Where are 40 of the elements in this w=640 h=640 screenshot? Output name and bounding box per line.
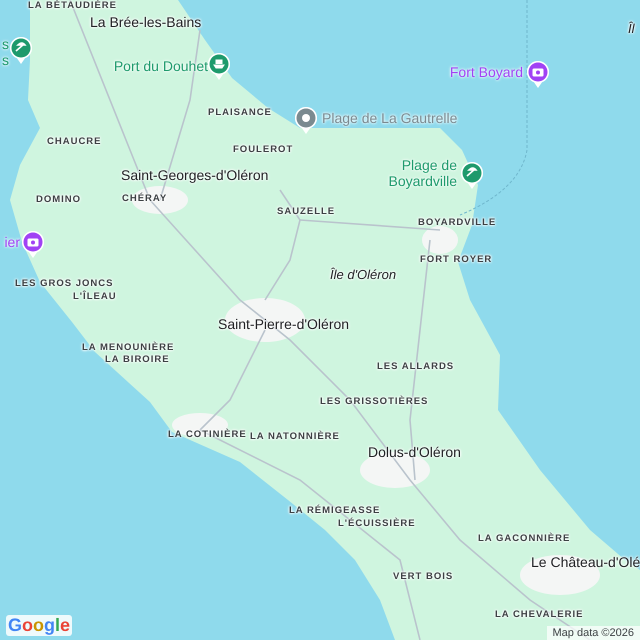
ferry-pin-icon[interactable]: [208, 53, 230, 81]
village-label: LES GROS JONCS: [15, 279, 114, 290]
island-label: Îl: [628, 22, 634, 37]
town-label: Le Château-d'Olé: [531, 554, 640, 570]
village-label: LA MENOUNIÈRE: [82, 343, 174, 354]
village-label: PLAISANCE: [208, 108, 272, 119]
village-label: VERT BOIS: [393, 572, 454, 583]
google-logo: Google: [6, 615, 72, 636]
place-name[interactable]: Plage de La Gautrelle: [322, 110, 458, 126]
village-label: L'ÉCUISSIÈRE: [338, 519, 416, 530]
place-name[interactable]: ier: [4, 234, 20, 250]
village-label: FOULEROT: [233, 145, 294, 156]
town-label: Saint-Georges-d'Oléron: [121, 167, 268, 184]
village-label: LA CHEVALERIE: [495, 610, 584, 621]
town-label: Dolus-d'Oléron: [368, 444, 461, 460]
town-label: La Brée-les-Bains: [90, 14, 202, 30]
village-label: BOYARDVILLE: [418, 218, 496, 229]
village-label: FORT ROYER: [420, 255, 492, 266]
map-attribution: Map data ©2026: [546, 626, 640, 640]
village-label: CHAUCRE: [47, 137, 102, 148]
village-label: LES ALLARDS: [377, 362, 454, 373]
village-label: LA RÉMIGEASSE: [289, 506, 380, 517]
location-pin-icon[interactable]: [295, 107, 317, 135]
place-name[interactable]: Fort Boyard: [450, 64, 523, 80]
village-label: L'ÎLEAU: [73, 292, 117, 303]
place-name[interactable]: Port du Douhet: [114, 58, 208, 74]
place-name[interactable]: Plage de Boyardville: [388, 157, 457, 189]
town-label: Saint-Pierre-d'Oléron: [218, 316, 350, 332]
village-label: LA NATONNIÈRE: [250, 432, 340, 443]
village-label: SAUZELLE: [277, 207, 336, 218]
camera-pin-icon[interactable]: [527, 61, 549, 89]
island-label: Île d'Oléron: [330, 268, 396, 283]
village-label: LA COTINIÈRE: [168, 430, 247, 441]
village-label: LA GACONNIÈRE: [478, 534, 570, 545]
village-label: LA BIROIRE: [105, 355, 170, 366]
village-label: CHÉRAY: [122, 194, 168, 205]
place-name[interactable]: s s: [2, 36, 9, 68]
camera-pin-icon[interactable]: [22, 231, 44, 259]
village-label: LES GRISSOTIÈRES: [320, 397, 428, 408]
village-label: DOMINO: [36, 195, 82, 206]
